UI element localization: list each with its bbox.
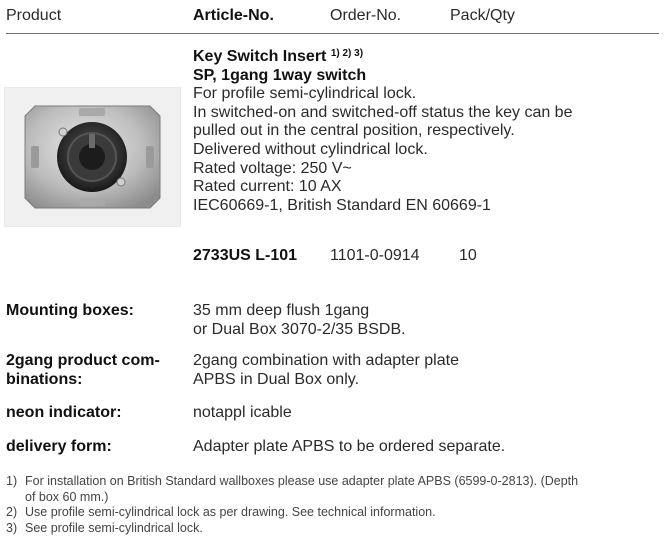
article-number: 2733US L-101 [193,247,298,264]
footnote-line: See profile semi-cylindrical lock. [25,520,203,535]
product-title-footnote-refs: 1) 2) 3) [330,48,364,59]
mounting-boxes-line: 35 mm deep flush 1gang [193,302,370,319]
description-line: In switched-on and switched-off status t… [193,103,573,121]
product-title: Key Switch Insert [193,48,327,65]
rated-current: Rated current: 10 AX [193,178,342,196]
delivery-form-value: Adapter plate APBS to be ordered separat… [193,438,506,455]
footnote-1: 1) For installation on British Standard … [6,474,666,505]
footnotes: 1) For installation on British Standard … [6,474,666,536]
header-product: Product [6,7,62,24]
footnote-3: 3) See profile semi-cylindrical lock. [6,521,666,537]
footnote-number: 1) [6,474,18,488]
product-description: Key Switch Insert 1) 2) 3) SP, 1gang 1wa… [193,48,663,215]
description-line: Delivered without cylindrical lock. [193,140,428,158]
combinations-label-line: 2gang product com- [6,352,160,369]
product-subtitle: SP, 1gang 1way switch [193,66,367,84]
footnote-2: 2) Use profile semi-cylindrical lock as … [6,505,666,521]
rated-voltage: Rated voltage: 250 V~ [193,159,352,177]
combinations-line: APBS in Dual Box only. [193,370,360,388]
pack-quantity: 10 [459,247,477,264]
neon-indicator-value: notappl icable [193,404,292,421]
footnote-line: Use profile semi-cylindrical lock as per… [25,505,436,520]
delivery-form-label: delivery form: [6,438,112,455]
mounting-boxes-line: or Dual Box 3070-2/35 BSDB. [193,320,406,338]
combinations-label: 2gang product com- binations: [6,352,160,389]
combinations-label-line: binations: [6,370,83,388]
footnote-number: 3) [6,520,18,535]
table-header: Product Article-No. Order-No. Pack/Qty [0,0,672,34]
product-title-line: Key Switch Insert 1) 2) 3) [193,48,663,67]
description-line: For profile semi-cylindrical lock. [193,85,417,103]
key-switch-insert-image [5,88,180,226]
product-image [4,87,181,227]
header-article-no: Article-No. [193,7,274,24]
header-divider [6,33,659,34]
header-order-no: Order-No. [330,7,402,24]
order-number: 1101-0-0914 [330,247,420,264]
neon-indicator-label: neon indicator: [6,404,122,421]
footnote-line: of box 60 mm.) [25,489,109,504]
mounting-boxes-value: 35 mm deep flush 1gang or Dual Box 3070-… [193,302,406,339]
standards: IEC60669-1, British Standard EN 60669-1 [193,196,491,214]
footnote-number: 2) [6,505,18,520]
combinations-line: 2gang combination with adapter plate [193,352,459,369]
combinations-value: 2gang combination with adapter plate APB… [193,352,459,389]
description-line: pulled out in the central position, resp… [193,122,515,140]
header-pack-qty: Pack/Qty [450,7,515,24]
footnote-line: For installation on British Standard wal… [25,474,579,488]
mounting-boxes-label: Mounting boxes: [6,302,134,319]
